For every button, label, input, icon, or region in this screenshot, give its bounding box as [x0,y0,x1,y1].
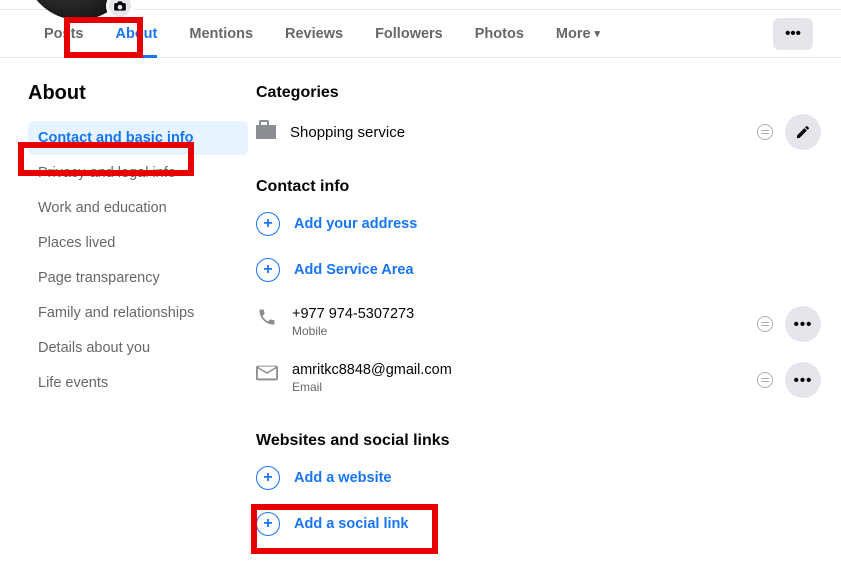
tab-photos[interactable]: Photos [459,10,540,58]
add-website-link[interactable]: + Add a website [256,462,821,494]
tab-more[interactable]: More ▾ [540,10,616,58]
categories-title: Categories [256,84,821,102]
email-type: Email [292,380,452,394]
tab-followers[interactable]: Followers [359,10,459,58]
sidebar-item-work-education[interactable]: Work and education [28,191,236,225]
edit-category-button[interactable] [785,114,821,150]
phone-icon [256,306,278,328]
add-address-link[interactable]: + Add your address [256,208,821,240]
websites-social-title: Websites and social links [256,432,821,450]
audience-public-icon[interactable] [757,372,773,388]
tab-mentions[interactable]: Mentions [173,10,269,58]
chevron-down-icon: ▾ [595,27,601,40]
phone-type: Mobile [292,324,414,338]
email-row: amritkc8848@gmail.com Email ••• [256,356,821,404]
profile-tabs: Posts About Mentions Reviews Followers P… [0,10,841,58]
plus-icon: + [256,212,280,236]
about-sidebar: About Contact and basic info Privacy and… [16,62,244,582]
plus-icon: + [256,258,280,282]
more-options-button[interactable]: ••• [773,18,813,50]
audience-public-icon[interactable] [757,316,773,332]
category-icon [256,125,276,139]
add-website-label: Add a website [294,470,392,486]
sidebar-item-privacy-legal[interactable]: Privacy and legal info [28,156,236,190]
profile-header: 📢 Promote ⚙ Manage ✎ Edit [0,0,841,10]
phone-value: +977 974-5307273 [292,306,414,322]
about-title: About [28,78,236,121]
email-options-button[interactable]: ••• [785,362,821,398]
tab-reviews[interactable]: Reviews [269,10,359,58]
email-value: amritkc8848@gmail.com [292,362,452,378]
sidebar-item-page-transparency[interactable]: Page transparency [28,261,236,295]
audience-public-icon[interactable] [757,124,773,140]
email-icon [256,362,278,384]
sidebar-item-places-lived[interactable]: Places lived [28,226,236,260]
contact-info-title: Contact info [256,178,821,196]
about-main: Categories Shopping service Contact info… [244,62,841,582]
sidebar-item-contact-basic-info[interactable]: Contact and basic info [28,121,248,155]
sidebar-item-life-events[interactable]: Life events [28,366,236,400]
add-social-link[interactable]: + Add a social link [256,508,821,540]
sidebar-item-family-relationships[interactable]: Family and relationships [28,296,236,330]
add-address-label: Add your address [294,216,417,232]
add-social-label: Add a social link [294,516,408,532]
phone-options-button[interactable]: ••• [785,306,821,342]
tab-posts[interactable]: Posts [28,10,100,58]
plus-icon: + [256,512,280,536]
phone-row: +977 974-5307273 Mobile ••• [256,300,821,348]
plus-icon: + [256,466,280,490]
add-service-area-link[interactable]: + Add Service Area [256,254,821,286]
add-service-area-label: Add Service Area [294,262,414,278]
sidebar-item-details-about-you[interactable]: Details about you [28,331,236,365]
tab-about[interactable]: About [100,10,174,58]
category-value: Shopping service [290,124,405,141]
